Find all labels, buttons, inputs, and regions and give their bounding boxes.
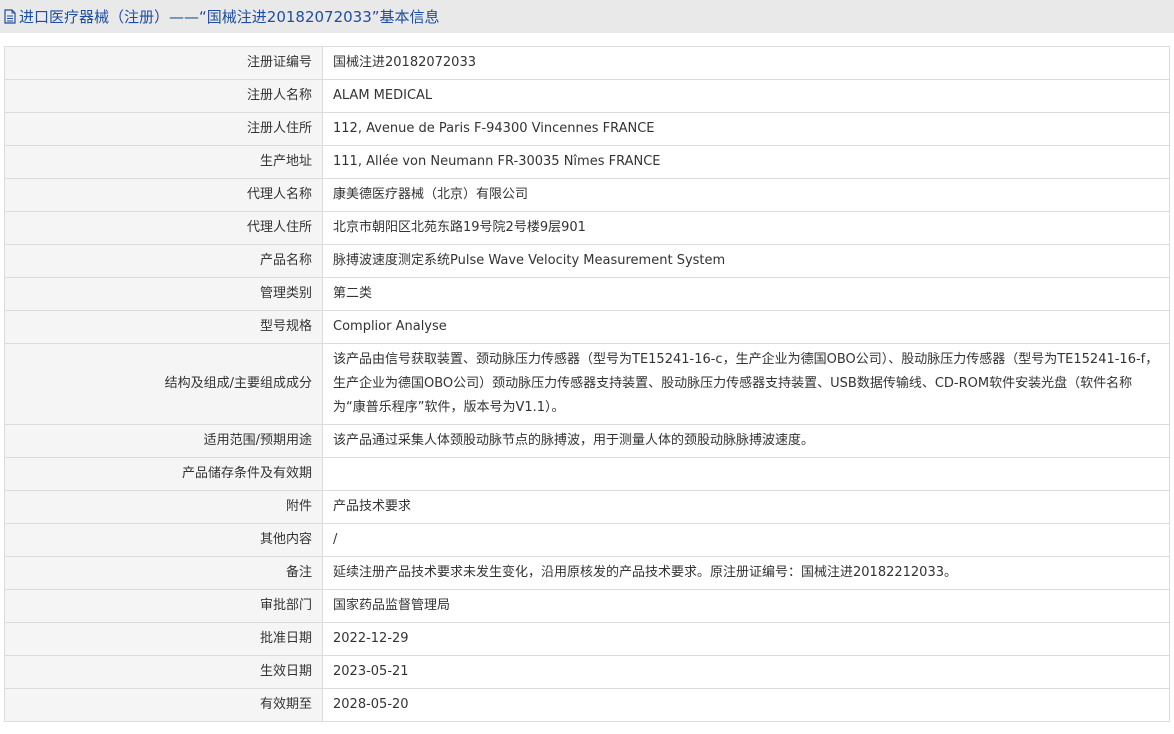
field-value: 2022-12-29 (322, 622, 1170, 656)
field-label: 附件 (4, 490, 323, 524)
field-label: 代理人名称 (4, 178, 323, 212)
field-value: 北京市朝阳区北苑东路19号院2号楼9层901 (322, 211, 1170, 245)
field-label: 产品储存条件及有效期 (4, 457, 323, 491)
field-label: 适用范围/预期用途 (4, 424, 323, 458)
table-row: 结构及组成/主要组成成分 该产品由信号获取装置、颈动脉压力传感器（型号为TE152… (4, 343, 1170, 425)
field-value (322, 457, 1170, 491)
field-label: 生效日期 (4, 655, 323, 689)
table-row: 适用范围/预期用途 该产品通过采集人体颈股动脉节点的脉搏波，用于测量人体的颈股动脉… (4, 424, 1170, 458)
field-label: 注册人名称 (4, 79, 323, 113)
table-row: 注册证编号 国械注进20182072033 (4, 46, 1170, 80)
table-row: 产品名称 脉搏波速度测定系统Pulse Wave Velocity Measure… (4, 244, 1170, 278)
field-value: 该产品通过采集人体颈股动脉节点的脉搏波，用于测量人体的颈股动脉脉搏波速度。 (322, 424, 1170, 458)
table-row: 生效日期 2023-05-21 (4, 655, 1170, 689)
field-value: 112, Avenue de Paris F-94300 Vincennes F… (322, 112, 1170, 146)
table-row: 产品储存条件及有效期 (4, 457, 1170, 491)
field-label: 注册人住所 (4, 112, 323, 146)
table-row: 审批部门 国家药品监督管理局 (4, 589, 1170, 623)
field-value: / (322, 523, 1170, 557)
table-row: 备注 延续注册产品技术要求未发生变化，沿用原核发的产品技术要求。原注册证编号：国械… (4, 556, 1170, 590)
table-row: 其他内容 / (4, 523, 1170, 557)
field-value: 脉搏波速度测定系统Pulse Wave Velocity Measurement… (322, 244, 1170, 278)
info-table: 注册证编号 国械注进20182072033 注册人名称 ALAM MEDICAL 注… (4, 46, 1170, 722)
field-label: 产品名称 (4, 244, 323, 278)
field-value: 111, Allée von Neumann FR-30035 Nîmes FR… (322, 145, 1170, 179)
field-value: 产品技术要求 (322, 490, 1170, 524)
table-row: 代理人名称 康美德医疗器械（北京）有限公司 (4, 178, 1170, 212)
field-label: 注册证编号 (4, 46, 323, 80)
field-label: 生产地址 (4, 145, 323, 179)
table-row: 生产地址 111, Allée von Neumann FR-30035 Nîme… (4, 145, 1170, 179)
document-icon (4, 9, 16, 24)
table-row: 批准日期 2022-12-29 (4, 622, 1170, 656)
field-label: 结构及组成/主要组成成分 (4, 343, 323, 425)
page-title: 进口医疗器械（注册）——“国械注进20182072033”基本信息 (19, 8, 440, 26)
field-value: ALAM MEDICAL (322, 79, 1170, 113)
field-value: 第二类 (322, 277, 1170, 311)
table-row: 有效期至 2028-05-20 (4, 688, 1170, 722)
field-value: 2023-05-21 (322, 655, 1170, 689)
field-label: 有效期至 (4, 688, 323, 722)
field-label: 管理类别 (4, 277, 323, 311)
field-value: 国械注进20182072033 (322, 46, 1170, 80)
field-label: 审批部门 (4, 589, 323, 623)
field-value: 该产品由信号获取装置、颈动脉压力传感器（型号为TE15241-16-c，生产企业… (322, 343, 1170, 425)
field-label: 型号规格 (4, 310, 323, 344)
field-value: 延续注册产品技术要求未发生变化，沿用原核发的产品技术要求。原注册证编号：国械注进… (322, 556, 1170, 590)
table-row: 附件 产品技术要求 (4, 490, 1170, 524)
field-label: 批准日期 (4, 622, 323, 656)
field-label: 其他内容 (4, 523, 323, 557)
field-value: Complior Analyse (322, 310, 1170, 344)
field-label: 备注 (4, 556, 323, 590)
table-row: 管理类别 第二类 (4, 277, 1170, 311)
table-row: 型号规格 Complior Analyse (4, 310, 1170, 344)
field-label: 代理人住所 (4, 211, 323, 245)
field-value: 国家药品监督管理局 (322, 589, 1170, 623)
table-row: 注册人名称 ALAM MEDICAL (4, 79, 1170, 113)
table-row: 代理人住所 北京市朝阳区北苑东路19号院2号楼9层901 (4, 211, 1170, 245)
page-header: 进口医疗器械（注册）——“国械注进20182072033”基本信息 (0, 0, 1174, 33)
field-value: 康美德医疗器械（北京）有限公司 (322, 178, 1170, 212)
table-row: 注册人住所 112, Avenue de Paris F-94300 Vincen… (4, 112, 1170, 146)
field-value: 2028-05-20 (322, 688, 1170, 722)
info-table-container: 注册证编号 国械注进20182072033 注册人名称 ALAM MEDICAL 注… (4, 46, 1170, 722)
